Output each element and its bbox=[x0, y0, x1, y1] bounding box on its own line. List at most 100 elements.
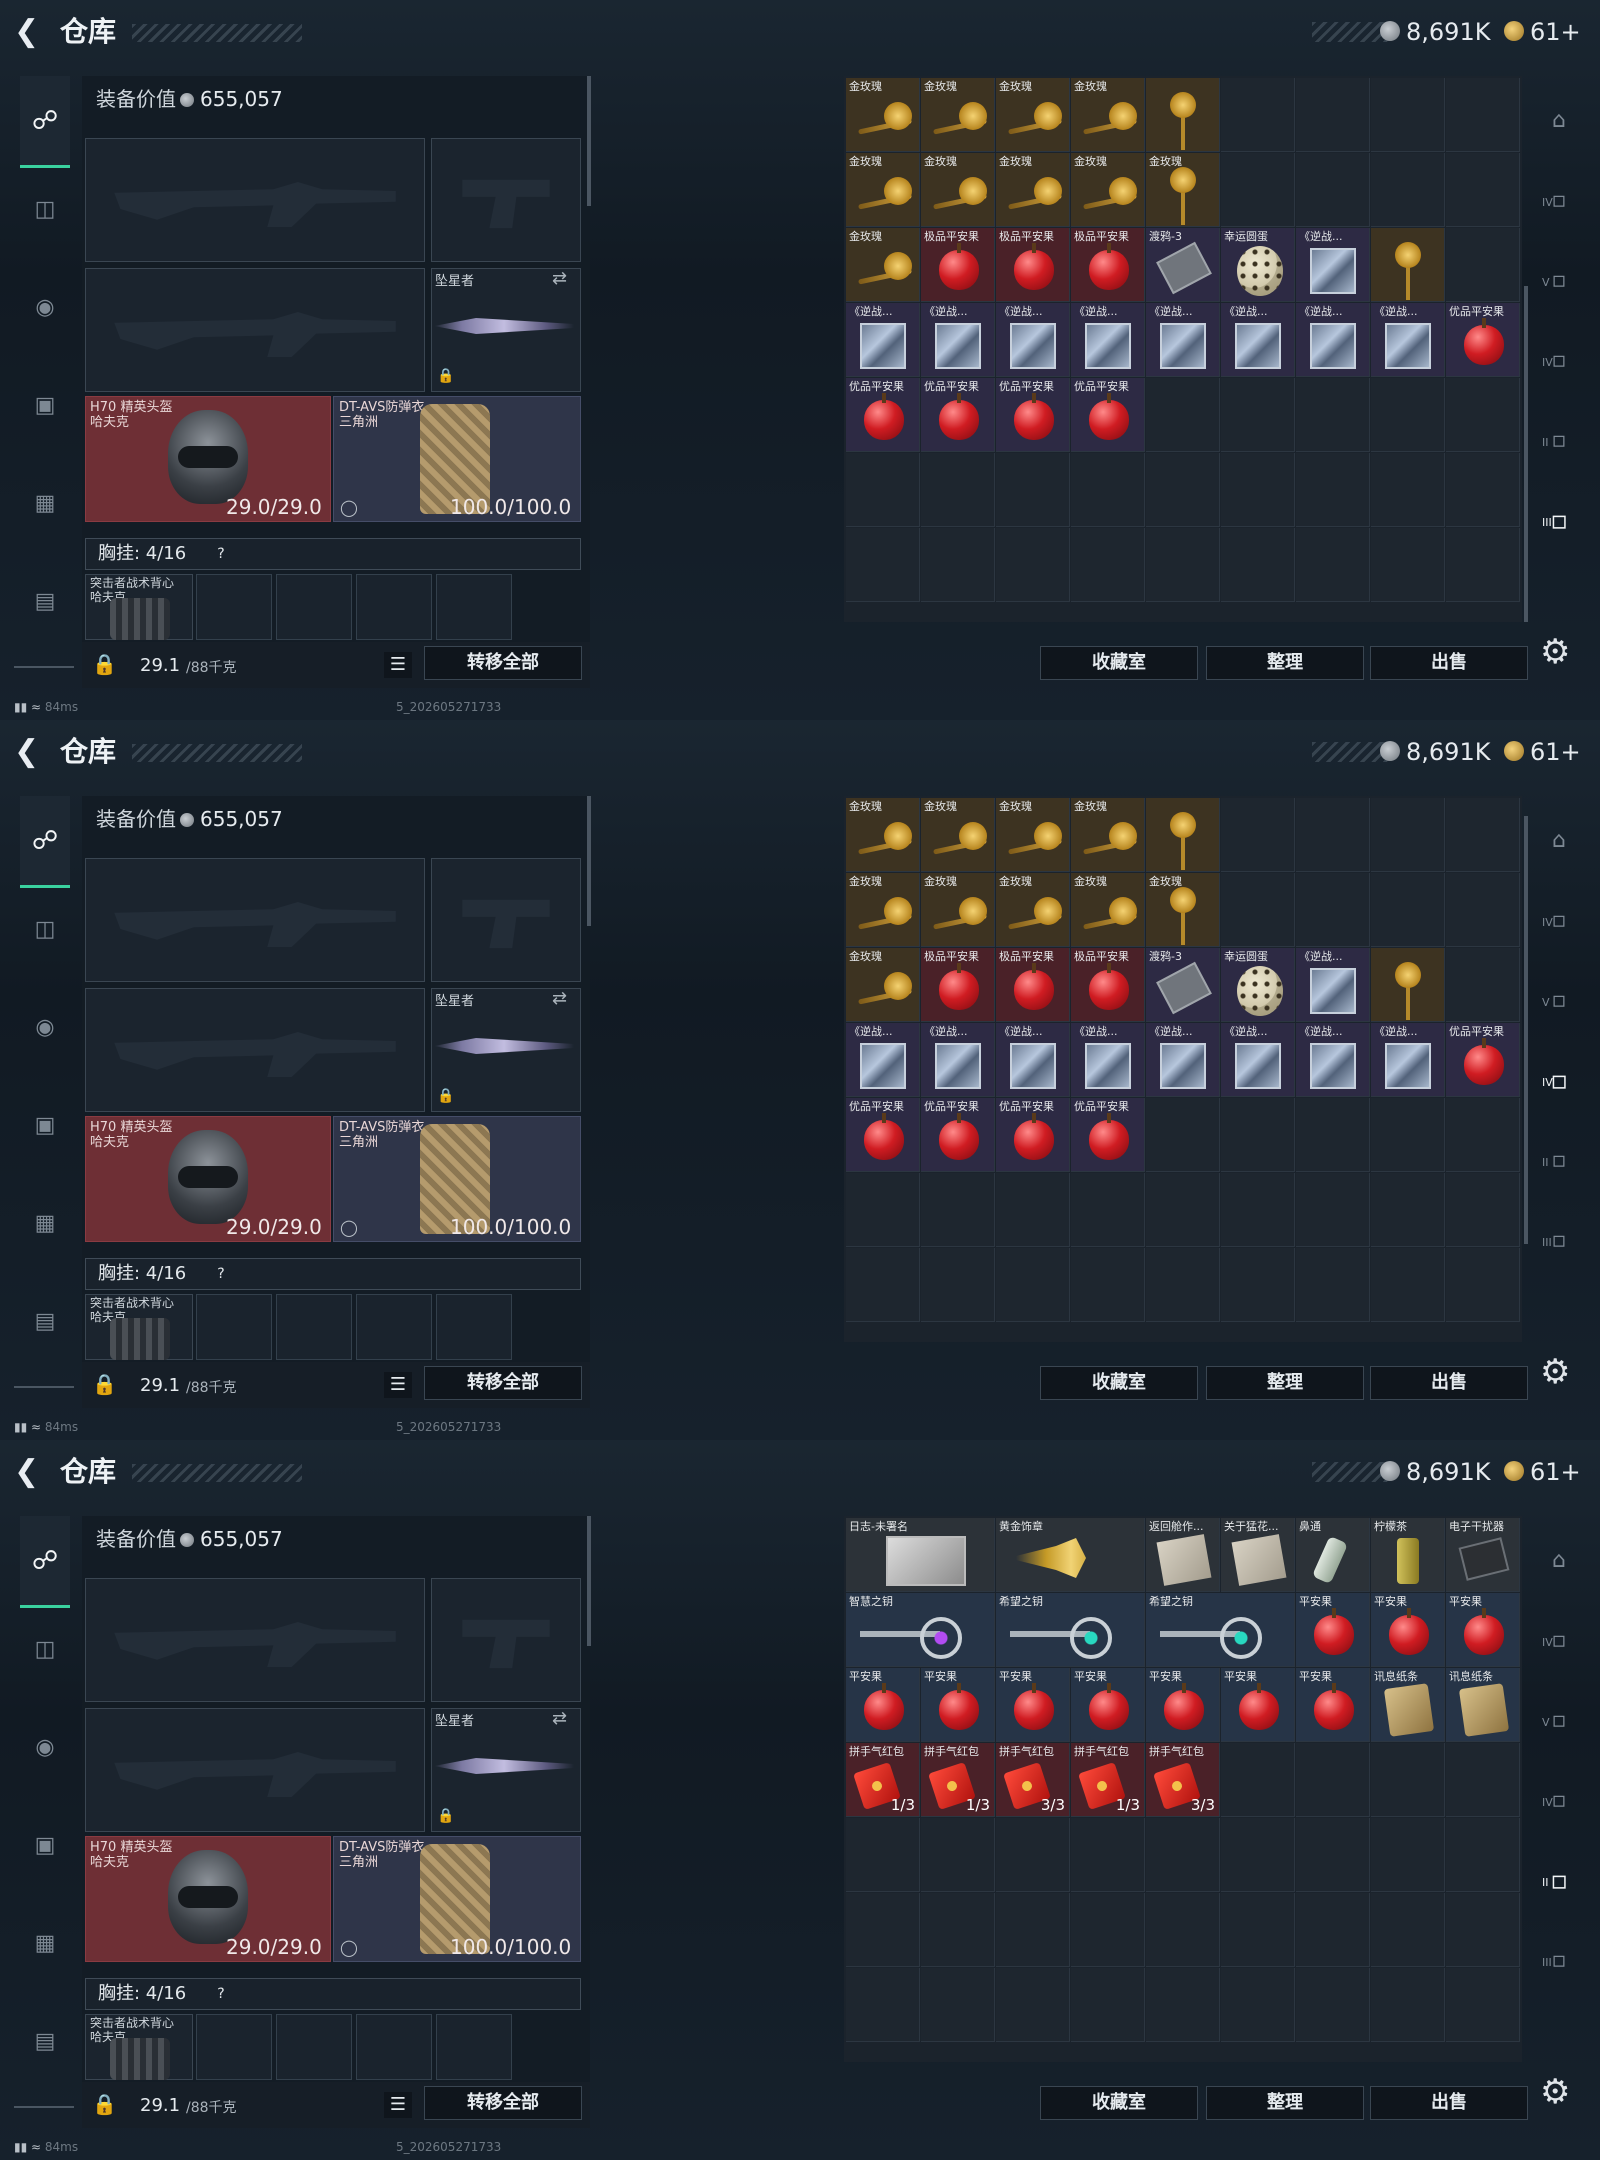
empty-cell[interactable] bbox=[1446, 1173, 1520, 1247]
empty-cell[interactable] bbox=[996, 1248, 1070, 1322]
inventory-item[interactable]: 拼手气红包 1/3 bbox=[1071, 1743, 1145, 1817]
secondary-weapon-slot[interactable] bbox=[85, 268, 425, 392]
lock-icon[interactable]: 🔒 bbox=[92, 652, 117, 676]
inventory-item[interactable]: 《逆战... bbox=[1071, 303, 1145, 377]
empty-cell[interactable] bbox=[846, 1173, 920, 1247]
inventory-item[interactable]: 电子干扰器 bbox=[1446, 1518, 1520, 1592]
chest-rig-cell[interactable] bbox=[276, 574, 352, 640]
inventory-item[interactable]: 渡鸦-3 bbox=[1146, 228, 1220, 302]
inventory-item[interactable]: 智慧之钥 bbox=[846, 1593, 995, 1667]
inventory-item[interactable]: 《逆战... bbox=[846, 303, 920, 377]
storage-tab-iii-icon[interactable]: III ▫ bbox=[1538, 1220, 1580, 1262]
empty-cell[interactable] bbox=[1446, 153, 1520, 227]
transfer-all-button[interactable]: 转移全部 bbox=[424, 1366, 582, 1400]
empty-cell[interactable] bbox=[1446, 228, 1520, 302]
inventory-item[interactable]: 《逆战... bbox=[1221, 303, 1295, 377]
empty-cell[interactable] bbox=[921, 453, 995, 527]
inventory-item[interactable]: 金玫瑰 bbox=[1071, 873, 1145, 947]
empty-cell[interactable] bbox=[1446, 1743, 1520, 1817]
empty-cell[interactable] bbox=[1221, 1968, 1295, 2042]
toolbox-icon[interactable]: ▤ bbox=[22, 578, 68, 624]
storage-tab-v-icon[interactable]: V ▫ bbox=[1538, 260, 1580, 302]
inventory-item[interactable]: 幸运圆蛋 bbox=[1221, 228, 1295, 302]
currency-gold-value[interactable]: 61+ bbox=[1530, 1454, 1581, 1490]
swap-icon[interactable]: ⇄ bbox=[552, 988, 567, 1009]
help-icon[interactable]: ? bbox=[211, 1984, 231, 2004]
empty-cell[interactable] bbox=[1296, 1818, 1370, 1892]
pistol-icon[interactable]: ☍ bbox=[20, 796, 70, 888]
empty-cell[interactable] bbox=[1446, 1893, 1520, 1967]
back-arrow-icon[interactable]: ❮ bbox=[14, 1454, 50, 1490]
inventory-item[interactable]: 平安果 bbox=[1221, 1668, 1295, 1742]
transfer-all-button[interactable]: 转移全部 bbox=[424, 2086, 582, 2120]
empty-cell[interactable] bbox=[1371, 1248, 1445, 1322]
empty-cell[interactable] bbox=[921, 1968, 995, 2042]
helmet-icon[interactable]: ◉ bbox=[22, 1724, 68, 1770]
empty-cell[interactable] bbox=[1071, 528, 1145, 602]
empty-cell[interactable] bbox=[1071, 1818, 1145, 1892]
inventory-item[interactable]: 平安果 bbox=[1296, 1593, 1370, 1667]
empty-cell[interactable] bbox=[1221, 1098, 1295, 1172]
secondary-weapon-slot[interactable] bbox=[85, 988, 425, 1112]
inventory-item[interactable] bbox=[1146, 798, 1220, 872]
sort-button[interactable]: 整理 bbox=[1206, 1366, 1364, 1400]
inventory-item[interactable]: 平安果 bbox=[1296, 1668, 1370, 1742]
empty-cell[interactable] bbox=[846, 1818, 920, 1892]
empty-cell[interactable] bbox=[1296, 453, 1370, 527]
inventory-item[interactable]: 金玫瑰 bbox=[846, 948, 920, 1022]
chest-rig-cell[interactable] bbox=[276, 1294, 352, 1360]
inventory-item[interactable]: 《逆战... bbox=[1296, 1023, 1370, 1097]
empty-cell[interactable] bbox=[996, 1173, 1070, 1247]
gear-icon[interactable]: ⚙ bbox=[1540, 2072, 1570, 2112]
empty-cell[interactable] bbox=[996, 1893, 1070, 1967]
sell-button[interactable]: 出售 bbox=[1370, 646, 1528, 680]
storage-scrollbar[interactable] bbox=[1524, 286, 1528, 622]
inventory-item[interactable]: 金玫瑰 bbox=[921, 78, 995, 152]
empty-cell[interactable] bbox=[921, 528, 995, 602]
empty-cell[interactable] bbox=[846, 1968, 920, 2042]
inventory-item[interactable]: 拼手气红包 3/3 bbox=[1146, 1743, 1220, 1817]
backpack-icon[interactable]: ▣ bbox=[22, 1822, 68, 1868]
inventory-item[interactable]: 金玫瑰 bbox=[996, 153, 1070, 227]
inventory-item[interactable]: 关于猛花... bbox=[1221, 1518, 1295, 1592]
inventory-item[interactable]: 《逆战... bbox=[996, 1023, 1070, 1097]
sort-button[interactable]: 整理 bbox=[1206, 646, 1364, 680]
empty-cell[interactable] bbox=[1296, 1743, 1370, 1817]
equipment-scrollbar[interactable] bbox=[587, 76, 591, 206]
inventory-item[interactable]: 鼻通 bbox=[1296, 1518, 1370, 1592]
inventory-item[interactable]: 柠檬茶 bbox=[1371, 1518, 1445, 1592]
gear-icon[interactable]: ⚙ bbox=[1540, 1352, 1570, 1392]
empty-cell[interactable] bbox=[1371, 1098, 1445, 1172]
lock-icon[interactable]: 🔒 bbox=[92, 1372, 117, 1396]
inventory-item[interactable]: 极品平安果 bbox=[1071, 228, 1145, 302]
inventory-item[interactable]: 优品平安果 bbox=[996, 378, 1070, 452]
vest-icon[interactable]: ◫ bbox=[22, 186, 68, 232]
inventory-item[interactable]: 《逆战... bbox=[1146, 303, 1220, 377]
inventory-item[interactable]: 平安果 bbox=[996, 1668, 1070, 1742]
storage-tab-v-icon[interactable]: V ▫ bbox=[1538, 1700, 1580, 1742]
inventory-item[interactable] bbox=[1146, 78, 1220, 152]
chest-rig-cell[interactable] bbox=[436, 2014, 512, 2080]
inventory-item[interactable]: 极品平安果 bbox=[996, 228, 1070, 302]
empty-cell[interactable] bbox=[1371, 453, 1445, 527]
storage-tab-v-icon[interactable]: V ▫ bbox=[1538, 980, 1580, 1022]
empty-cell[interactable] bbox=[1221, 528, 1295, 602]
inventory-item[interactable]: 金玫瑰 bbox=[1146, 873, 1220, 947]
inventory-item[interactable]: 金玫瑰 bbox=[1146, 153, 1220, 227]
backpack-icon[interactable]: ▣ bbox=[22, 1102, 68, 1148]
inventory-item[interactable]: 《逆战... bbox=[921, 303, 995, 377]
inventory-item[interactable]: 幸运圆蛋 bbox=[1221, 948, 1295, 1022]
case-icon[interactable]: ▦ bbox=[22, 1200, 68, 1246]
case-icon[interactable]: ▦ bbox=[22, 480, 68, 526]
chest-rig-cell[interactable] bbox=[196, 2014, 272, 2080]
storage-tab-ii-icon[interactable]: II ▫ bbox=[1538, 1860, 1580, 1902]
inventory-item[interactable]: 希望之钥 bbox=[996, 1593, 1145, 1667]
empty-cell[interactable] bbox=[1296, 378, 1370, 452]
empty-cell[interactable] bbox=[1296, 798, 1370, 872]
empty-cell[interactable] bbox=[1221, 873, 1295, 947]
empty-cell[interactable] bbox=[1296, 1173, 1370, 1247]
inventory-item[interactable]: 希望之钥 bbox=[1146, 1593, 1295, 1667]
inventory-item[interactable]: 《逆战... bbox=[846, 1023, 920, 1097]
inventory-item[interactable]: 平安果 bbox=[846, 1668, 920, 1742]
inventory-item[interactable]: 优品平安果 bbox=[1446, 303, 1520, 377]
